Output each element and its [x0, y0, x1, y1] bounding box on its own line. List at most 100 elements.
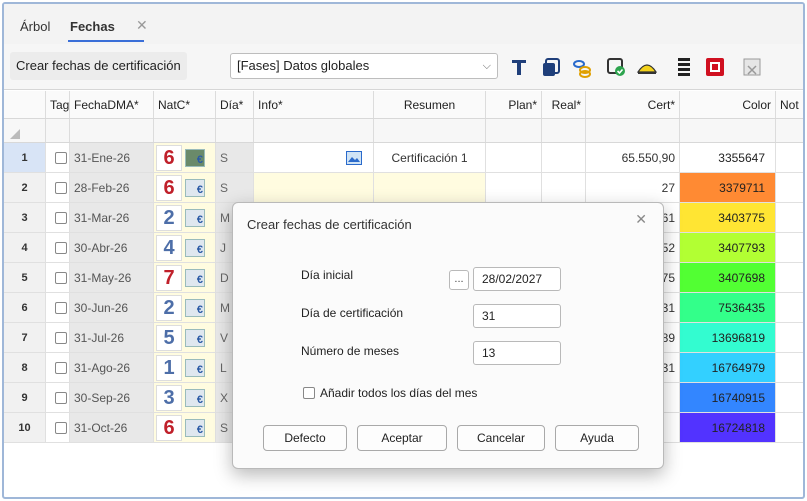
- filter-cell[interactable]: [46, 119, 70, 142]
- select-all-icon[interactable]: [10, 129, 20, 139]
- tag-checkbox[interactable]: [55, 152, 67, 164]
- header-tag[interactable]: Tag: [46, 91, 70, 118]
- day-cell[interactable]: S: [216, 143, 254, 172]
- table-row[interactable]: 1 31-Ene-26 6 € S Certificación 1 65.550,90 335…: [4, 143, 803, 173]
- filter-cell[interactable]: [70, 119, 154, 142]
- tag-checkbox[interactable]: [55, 422, 67, 434]
- date-cell[interactable]: 30-Jun-26: [70, 293, 154, 322]
- tag-cell[interactable]: [46, 413, 70, 442]
- tag-checkbox[interactable]: [55, 332, 67, 344]
- tag-cell[interactable]: [46, 233, 70, 262]
- row-number[interactable]: 9: [4, 383, 46, 412]
- date-cell[interactable]: 31-Oct-26: [70, 413, 154, 442]
- checkbox-green-icon[interactable]: [605, 56, 627, 78]
- date-cell[interactable]: 30-Abr-26: [70, 233, 154, 262]
- create-dates-button[interactable]: Crear fechas de certificación: [10, 52, 187, 80]
- date-cell[interactable]: 31-Jul-26: [70, 323, 154, 352]
- tag-cell[interactable]: [46, 383, 70, 412]
- accept-button[interactable]: Aceptar: [357, 425, 447, 451]
- cert-day-input[interactable]: 31: [473, 304, 561, 328]
- color-cell[interactable]: 16740915: [680, 383, 776, 412]
- natc-cell[interactable]: 7 €: [154, 263, 216, 292]
- tab-fechas[interactable]: Fechas: [70, 19, 115, 34]
- real-cell[interactable]: [542, 143, 586, 172]
- filter-cell[interactable]: [680, 119, 776, 142]
- row-number[interactable]: 1: [4, 143, 46, 172]
- text-t-icon[interactable]: [508, 56, 530, 78]
- row-number[interactable]: 5: [4, 263, 46, 292]
- filter-cell[interactable]: [586, 119, 680, 142]
- header-natc[interactable]: NatC*: [154, 91, 216, 118]
- tag-checkbox[interactable]: [55, 242, 67, 254]
- date-cell[interactable]: 28-Feb-26: [70, 173, 154, 202]
- notes-cell[interactable]: [776, 353, 803, 382]
- date-cell[interactable]: 30-Sep-26: [70, 383, 154, 412]
- tag-cell[interactable]: [46, 203, 70, 232]
- info-cell[interactable]: [254, 143, 374, 172]
- filter-cell[interactable]: [254, 119, 374, 142]
- color-cell[interactable]: 3407793: [680, 233, 776, 262]
- plan-cell[interactable]: [486, 143, 542, 172]
- cert-cell[interactable]: 65.550,90: [586, 143, 680, 172]
- header-resumen[interactable]: Resumen: [374, 91, 486, 118]
- notes-cell[interactable]: [776, 233, 803, 262]
- resumen-cell[interactable]: Certificación 1: [374, 143, 486, 172]
- natc-cell[interactable]: 5 €: [154, 323, 216, 352]
- default-button[interactable]: Defecto: [263, 425, 347, 451]
- tag-checkbox[interactable]: [55, 392, 67, 404]
- close-icon[interactable]: ✕: [635, 211, 647, 228]
- natc-cell[interactable]: 2 €: [154, 293, 216, 322]
- phase-select[interactable]: [Fases] Datos globales ⌵: [230, 53, 498, 79]
- header-cert[interactable]: Cert*: [586, 91, 680, 118]
- notes-cell[interactable]: [776, 323, 803, 352]
- notes-cell[interactable]: [776, 173, 803, 202]
- cert-cell[interactable]: 27: [586, 173, 680, 202]
- header-info[interactable]: Info*: [254, 91, 374, 118]
- row-number[interactable]: 10: [4, 413, 46, 442]
- info-cell[interactable]: [254, 173, 374, 202]
- header-real[interactable]: Real*: [542, 91, 586, 118]
- coins-icon[interactable]: [571, 56, 593, 78]
- row-number[interactable]: 2: [4, 173, 46, 202]
- color-cell[interactable]: 7536435: [680, 293, 776, 322]
- day-cell[interactable]: S: [216, 173, 254, 202]
- natc-cell[interactable]: 6 €: [154, 143, 216, 172]
- tag-cell[interactable]: [46, 353, 70, 382]
- tag-checkbox[interactable]: [55, 362, 67, 374]
- start-day-input[interactable]: 28/02/2027: [473, 267, 561, 291]
- cancel-button[interactable]: Cancelar: [457, 425, 545, 451]
- notes-cell[interactable]: [776, 263, 803, 292]
- color-cell[interactable]: 3379711: [680, 173, 776, 202]
- color-cell[interactable]: 3355647: [680, 143, 776, 172]
- resumen-cell[interactable]: [374, 173, 486, 202]
- notes-cell[interactable]: [776, 413, 803, 442]
- natc-cell[interactable]: 2 €: [154, 203, 216, 232]
- real-cell[interactable]: [542, 173, 586, 202]
- notes-cell[interactable]: [776, 203, 803, 232]
- date-cell[interactable]: 31-Ago-26: [70, 353, 154, 382]
- natc-cell[interactable]: 6 €: [154, 413, 216, 442]
- date-cell[interactable]: 31-May-26: [70, 263, 154, 292]
- tag-cell[interactable]: [46, 323, 70, 352]
- header-dia[interactable]: Día*: [216, 91, 254, 118]
- notes-cell[interactable]: [776, 293, 803, 322]
- header-notes[interactable]: Not: [776, 91, 803, 118]
- header-fechadma[interactable]: FechaDMA*: [70, 91, 154, 118]
- tag-cell[interactable]: [46, 173, 70, 202]
- filter-cell[interactable]: [542, 119, 586, 142]
- stack-icon[interactable]: [673, 56, 695, 78]
- tag-cell[interactable]: [46, 293, 70, 322]
- row-number[interactable]: 6: [4, 293, 46, 322]
- all-days-checkbox[interactable]: [303, 387, 315, 399]
- natc-cell[interactable]: 6 €: [154, 173, 216, 202]
- tag-checkbox[interactable]: [55, 302, 67, 314]
- natc-cell[interactable]: 4 €: [154, 233, 216, 262]
- tag-cell[interactable]: [46, 263, 70, 292]
- natc-cell[interactable]: 1 €: [154, 353, 216, 382]
- months-input[interactable]: 13: [473, 341, 561, 365]
- color-cell[interactable]: 13696819: [680, 323, 776, 352]
- filter-cell[interactable]: [154, 119, 216, 142]
- color-cell[interactable]: 3407698: [680, 263, 776, 292]
- tag-cell[interactable]: [46, 143, 70, 172]
- filter-cell[interactable]: [486, 119, 542, 142]
